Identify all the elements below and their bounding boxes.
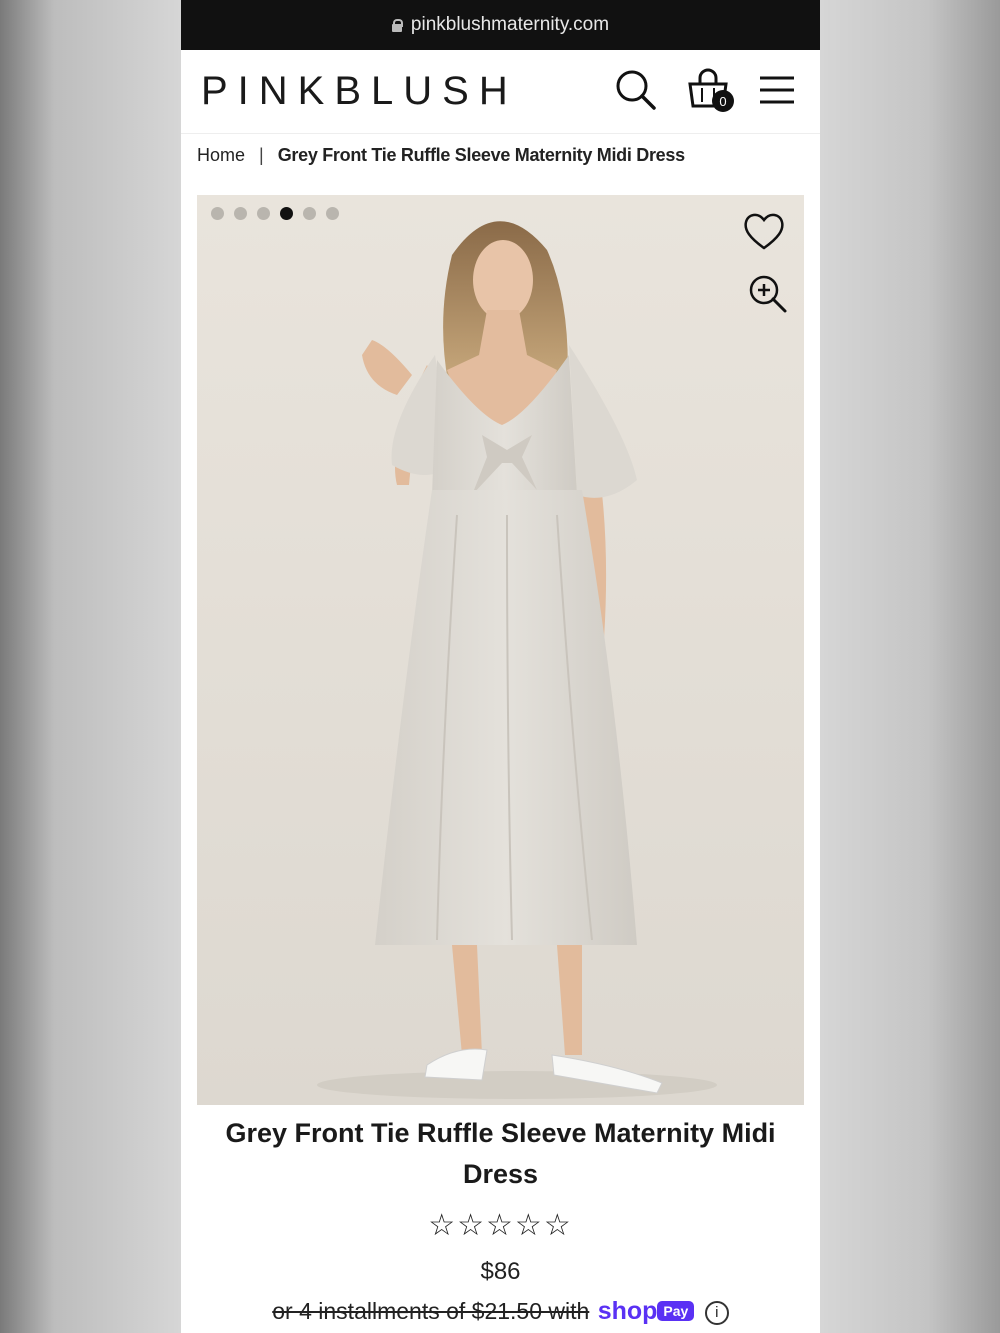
cart-bag-icon[interactable]: 0	[686, 68, 734, 112]
product-image-gallery[interactable]	[197, 195, 804, 1105]
background-right	[820, 0, 1000, 1333]
lock-icon	[391, 18, 403, 32]
cart-count-badge: 0	[712, 90, 734, 112]
info-icon[interactable]: i	[704, 1301, 729, 1325]
product-title: Grey Front Tie Ruffle Sleeve Maternity M…	[225, 1118, 776, 1189]
breadcrumb-home-link[interactable]: Home	[197, 145, 245, 166]
breadcrumb: Home | Grey Front Tie Ruffle Sleeve Mate…	[181, 134, 820, 176]
search-icon[interactable]	[614, 68, 658, 112]
gallery-pagination-dots	[211, 207, 339, 220]
gallery-dot[interactable]	[280, 207, 293, 220]
installments-text: or 4 installments of $21.50 with	[272, 1298, 590, 1324]
installments-line: or 4 installments of $21.50 with shop Pay…	[181, 1297, 820, 1326]
site-header: PINKBLUSH 0	[181, 50, 820, 134]
site-logo[interactable]: PINKBLUSH	[201, 69, 518, 114]
product-price: $86	[480, 1258, 521, 1285]
header-icons: 0	[614, 68, 802, 112]
gallery-dot[interactable]	[326, 207, 339, 220]
breadcrumb-separator: |	[259, 144, 264, 165]
gallery-dot[interactable]	[211, 207, 224, 220]
menu-icon[interactable]	[758, 68, 802, 112]
url-text: pinkblushmaternity.com	[410, 14, 610, 35]
gallery-dot[interactable]	[234, 207, 247, 220]
phone-screen: pinkblushmaternity.com PINKBLUSH 0 Home …	[181, 0, 820, 1333]
shop-pay-badge: Pay	[657, 1301, 695, 1321]
gallery-dot[interactable]	[257, 207, 270, 220]
gallery-dot[interactable]	[303, 207, 316, 220]
product-photo-model	[197, 195, 804, 1105]
rating-stars[interactable]: ☆☆☆☆☆	[181, 1208, 820, 1243]
shop-pay-logo: shop	[597, 1297, 658, 1325]
wishlist-heart-icon[interactable]	[742, 210, 786, 254]
breadcrumb-current: Grey Front Tie Ruffle Sleeve Maternity M…	[277, 144, 685, 165]
background-left	[0, 0, 181, 1333]
browser-url-bar[interactable]: pinkblushmaternity.com	[181, 0, 820, 50]
zoom-in-icon[interactable]	[747, 273, 791, 317]
